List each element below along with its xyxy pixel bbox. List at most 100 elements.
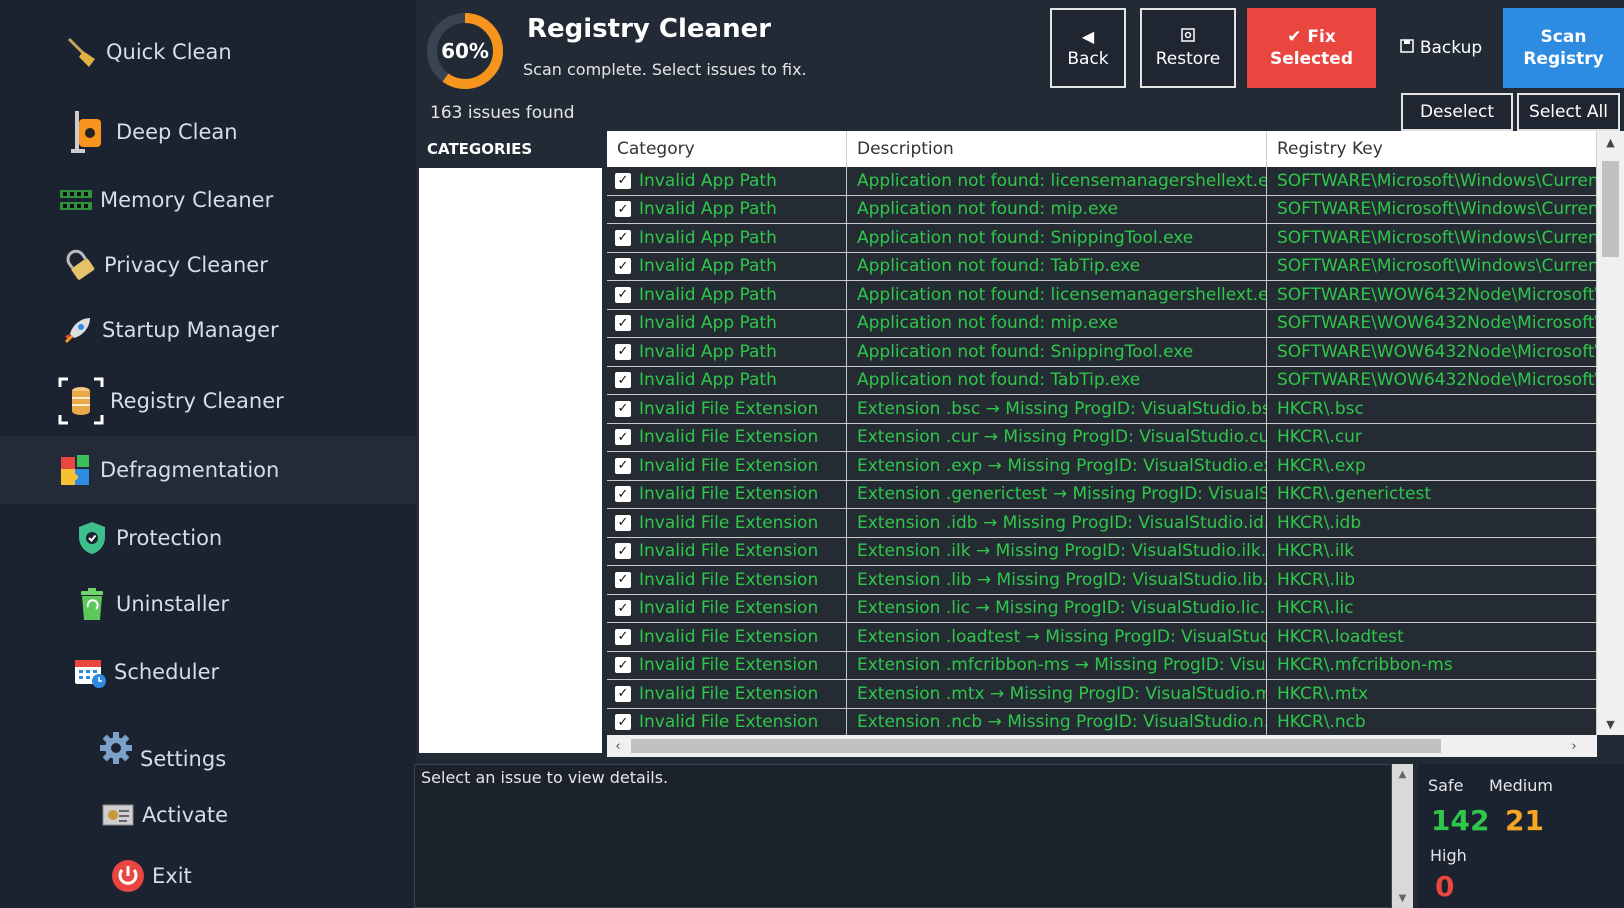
row-checkbox[interactable]: ✓ bbox=[615, 571, 631, 588]
row-checkbox[interactable]: ✓ bbox=[615, 714, 631, 731]
table-row[interactable]: ✓ Invalid File Extension Extension .cur → … bbox=[607, 423, 1597, 452]
row-checkbox[interactable]: ✓ bbox=[615, 286, 631, 303]
power-icon bbox=[110, 858, 146, 894]
sidebar-item-startup-manager[interactable]: Startup Manager bbox=[0, 310, 416, 350]
row-checkbox[interactable]: ✓ bbox=[615, 343, 631, 360]
scroll-thumb[interactable] bbox=[1602, 161, 1619, 257]
table-row[interactable]: ✓ Invalid File Extension Extension .lic → … bbox=[607, 594, 1597, 623]
cell-category: ✓ Invalid App Path bbox=[607, 224, 847, 252]
table-row[interactable]: ✓ Invalid App Path Application not found: … bbox=[607, 309, 1597, 338]
table-row[interactable]: ✓ Invalid File Extension Extension .mtx → … bbox=[607, 680, 1597, 709]
scan-button-label-2: Registry bbox=[1523, 49, 1604, 69]
database-icon bbox=[58, 377, 104, 425]
scroll-left-icon[interactable]: ‹ bbox=[607, 735, 629, 757]
table-row[interactable]: ✓ Invalid File Extension Extension .ilk → … bbox=[607, 537, 1597, 566]
details-scrollbar[interactable]: ▲ ▼ bbox=[1392, 764, 1413, 908]
row-checkbox[interactable]: ✓ bbox=[615, 543, 631, 560]
table-row[interactable]: ✓ Invalid App Path Application not found: … bbox=[607, 195, 1597, 224]
row-checkbox[interactable]: ✓ bbox=[615, 514, 631, 531]
medium-label: Medium bbox=[1489, 776, 1553, 795]
select-all-button[interactable]: Select All bbox=[1517, 93, 1620, 131]
sidebar-item-label: Protection bbox=[116, 526, 223, 550]
table-row[interactable]: ✓ Invalid File Extension Extension .bsc → … bbox=[607, 395, 1597, 424]
cell-registry-key: HKCR\.lib bbox=[1267, 566, 1597, 594]
sidebar-item-protection[interactable]: Protection bbox=[0, 518, 416, 558]
cell-registry-key: HKCR\.generictest bbox=[1267, 480, 1597, 508]
row-checkbox[interactable]: ✓ bbox=[615, 201, 631, 218]
table-row[interactable]: ✓ Invalid File Extension Extension .exp → … bbox=[607, 452, 1597, 481]
stats-panel: Safe Medium 142 21 High 0 bbox=[1418, 764, 1624, 908]
table-row[interactable]: ✓ Invalid App Path Application not found: … bbox=[607, 338, 1597, 367]
sidebar-item-exit[interactable]: Exit bbox=[0, 856, 416, 896]
sidebar-item-defragmentation[interactable]: Defragmentation bbox=[0, 436, 416, 504]
sidebar-item-memory-cleaner[interactable]: Memory Cleaner bbox=[0, 180, 416, 220]
scroll-up-icon[interactable]: ▲ bbox=[1597, 131, 1624, 153]
sidebar-item-quick-clean[interactable]: Quick Clean bbox=[0, 30, 416, 74]
row-checkbox[interactable]: ✓ bbox=[615, 372, 631, 389]
cell-category: ✓ Invalid App Path bbox=[607, 281, 847, 309]
sidebar-item-settings[interactable]: Settings bbox=[0, 730, 416, 778]
sidebar-item-label: Deep Clean bbox=[116, 120, 238, 144]
category-text: Invalid File Extension bbox=[639, 626, 819, 647]
table-row[interactable]: ✓ Invalid File Extension Extension .generi… bbox=[607, 480, 1597, 509]
table-horizontal-scrollbar[interactable]: ‹ › bbox=[607, 735, 1597, 757]
sidebar-item-activate[interactable]: Activate bbox=[0, 795, 416, 835]
sidebar-item-uninstaller[interactable]: Uninstaller bbox=[0, 584, 416, 624]
cell-description: Extension .generictest → Missing ProgID:… bbox=[847, 480, 1267, 508]
scroll-thumb[interactable] bbox=[631, 739, 1441, 753]
cell-category: ✓ Invalid App Path bbox=[607, 366, 847, 394]
scroll-up-icon[interactable]: ▲ bbox=[1392, 764, 1413, 784]
table-row[interactable]: ✓ Invalid File Extension Extension .loadte… bbox=[607, 623, 1597, 652]
sidebar-item-registry-cleaner[interactable]: Registry Cleaner bbox=[0, 376, 416, 426]
table-row[interactable]: ✓ Invalid File Extension Extension .mfcrib… bbox=[607, 651, 1597, 680]
check-icon: ✔ bbox=[1287, 27, 1308, 47]
table-row[interactable]: ✓ Invalid File Extension Extension .lib → … bbox=[607, 566, 1597, 595]
table-row[interactable]: ✓ Invalid App Path Application not found: … bbox=[607, 252, 1597, 281]
column-header-description[interactable]: Description bbox=[847, 131, 1267, 167]
category-text: Invalid File Extension bbox=[639, 455, 819, 476]
table-vertical-scrollbar[interactable]: ▲ ▼ bbox=[1597, 131, 1624, 735]
sidebar-item-privacy-cleaner[interactable]: Privacy Cleaner bbox=[0, 245, 416, 285]
deselect-button[interactable]: Deselect bbox=[1401, 93, 1513, 131]
row-checkbox[interactable]: ✓ bbox=[615, 657, 631, 674]
cell-registry-key: SOFTWARE\Microsoft\Windows\Current bbox=[1267, 224, 1597, 252]
table-row[interactable]: ✓ Invalid App Path Application not found: … bbox=[607, 366, 1597, 395]
page-subtitle: Scan complete. Select issues to fix. bbox=[523, 60, 807, 79]
categories-list[interactable] bbox=[419, 168, 602, 753]
table-row[interactable]: ✓ Invalid App Path Application not found: … bbox=[607, 281, 1597, 310]
scroll-right-icon[interactable]: › bbox=[1563, 735, 1585, 757]
row-checkbox[interactable]: ✓ bbox=[615, 172, 631, 189]
row-checkbox[interactable]: ✓ bbox=[615, 258, 631, 275]
back-button[interactable]: ◀ Back bbox=[1050, 8, 1126, 88]
row-checkbox[interactable]: ✓ bbox=[615, 429, 631, 446]
sidebar-item-label: Privacy Cleaner bbox=[104, 253, 268, 277]
sidebar-item-scheduler[interactable]: Scheduler bbox=[0, 652, 416, 692]
backup-button[interactable]: Backup bbox=[1396, 8, 1486, 88]
cell-category: ✓ Invalid File Extension bbox=[607, 537, 847, 565]
column-header-registry-key[interactable]: Registry Key bbox=[1267, 131, 1597, 167]
table-row[interactable]: ✓ Invalid App Path Application not found: … bbox=[607, 224, 1597, 253]
scroll-down-icon[interactable]: ▼ bbox=[1597, 713, 1624, 735]
restore-button[interactable]: Restore bbox=[1140, 8, 1236, 88]
cell-registry-key: HKCR\.exp bbox=[1267, 452, 1597, 480]
category-text: Invalid File Extension bbox=[639, 427, 819, 448]
row-checkbox[interactable]: ✓ bbox=[615, 628, 631, 645]
app-window: Quick Clean Deep Clean Memory Cleaner Pr… bbox=[0, 0, 1624, 908]
column-header-category[interactable]: Category bbox=[607, 131, 847, 167]
row-checkbox[interactable]: ✓ bbox=[615, 457, 631, 474]
category-text: Invalid App Path bbox=[639, 256, 777, 277]
sidebar-item-deep-clean[interactable]: Deep Clean bbox=[0, 106, 416, 158]
scroll-down-icon[interactable]: ▼ bbox=[1392, 888, 1413, 908]
safe-label: Safe bbox=[1428, 776, 1464, 795]
table-row[interactable]: ✓ Invalid File Extension Extension .ncb → … bbox=[607, 708, 1597, 735]
table-row[interactable]: ✓ Invalid App Path Application not found: … bbox=[607, 167, 1597, 196]
scan-registry-button[interactable]: Scan Registry bbox=[1503, 8, 1624, 88]
table-row[interactable]: ✓ Invalid File Extension Extension .idb → … bbox=[607, 509, 1597, 538]
row-checkbox[interactable]: ✓ bbox=[615, 486, 631, 503]
row-checkbox[interactable]: ✓ bbox=[615, 229, 631, 246]
row-checkbox[interactable]: ✓ bbox=[615, 315, 631, 332]
row-checkbox[interactable]: ✓ bbox=[615, 600, 631, 617]
row-checkbox[interactable]: ✓ bbox=[615, 685, 631, 702]
fix-selected-button[interactable]: ✔ Fix Selected bbox=[1247, 8, 1376, 88]
row-checkbox[interactable]: ✓ bbox=[615, 400, 631, 417]
